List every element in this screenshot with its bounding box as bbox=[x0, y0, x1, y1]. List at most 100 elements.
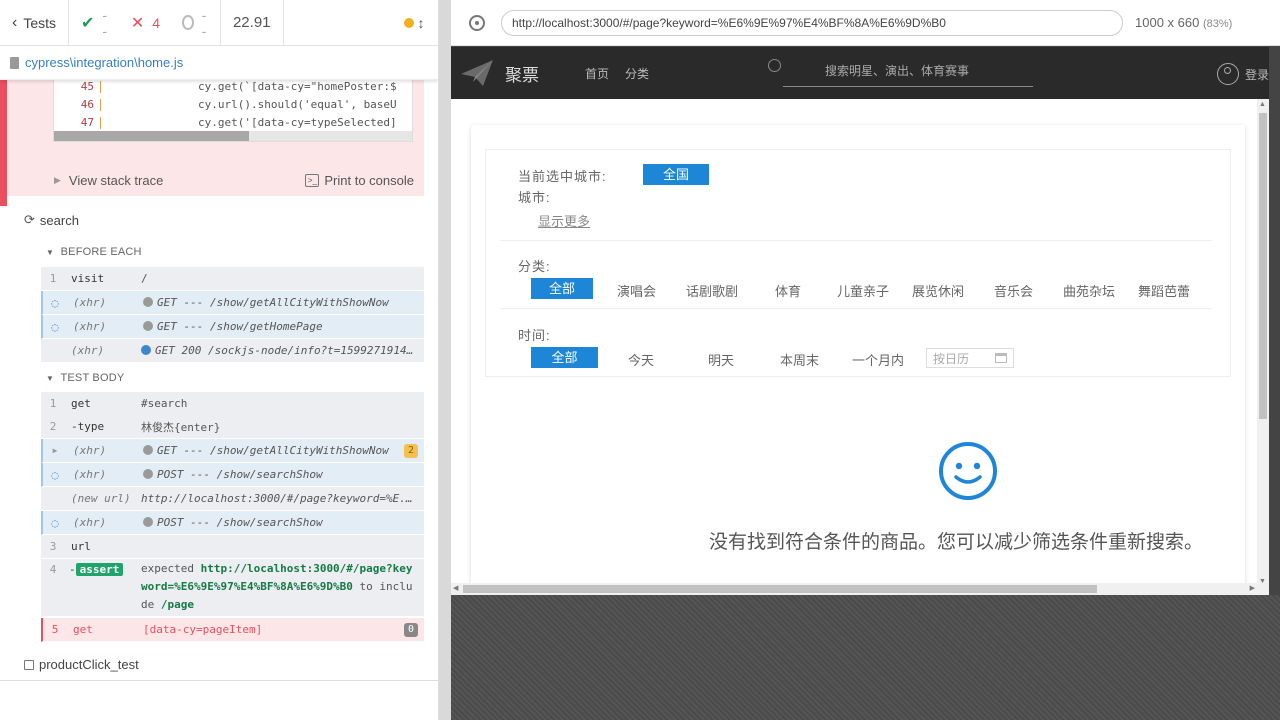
command-message: GET --- /show/getHomePage bbox=[157, 320, 323, 333]
tests-label: Tests bbox=[23, 14, 57, 31]
hook-before-each[interactable]: ▼ BEFORE EACH bbox=[46, 246, 142, 258]
command-row-xhr[interactable]: ◌ (xhr) GET --- /show/getHomePage bbox=[41, 315, 424, 339]
command-message: GET --- /show/getAllCityWithShowNow bbox=[157, 296, 389, 309]
assert-expected: expected bbox=[141, 562, 194, 575]
spinner-icon: ◌ bbox=[51, 515, 59, 530]
command-number: 1 bbox=[49, 272, 57, 285]
command-name: (xhr) bbox=[73, 516, 107, 529]
current-city-label: 当前选中城市: bbox=[518, 169, 607, 184]
code-gutter bbox=[100, 81, 101, 93]
reporter-header: ‹ Tests ✔ -- ✕ 4 -- 22.91 ↕ bbox=[0, 0, 438, 46]
code-line-number: 47 bbox=[80, 116, 94, 129]
suite-search[interactable]: ⟳ search bbox=[24, 212, 79, 228]
command-row-assert[interactable]: 4 - assert expected http://localhost:3000… bbox=[41, 559, 424, 617]
category-folk[interactable]: 曲苑杂坛 bbox=[1063, 281, 1115, 300]
command-row[interactable]: 1 visit / bbox=[41, 267, 424, 291]
command-row-xhr[interactable]: ◌ (xhr) POST --- /show/searchShow bbox=[41, 511, 424, 535]
iframe-horizontal-scrollbar[interactable]: ◀ ▶ bbox=[451, 583, 1269, 595]
paper-plane-icon bbox=[461, 60, 493, 86]
command-message: / bbox=[141, 272, 148, 285]
code-line: cy.get('[data-cy=typeSelected] bbox=[198, 116, 397, 129]
url-display[interactable]: http://localhost:3000/#/page?keyword=%E6… bbox=[501, 9, 1123, 36]
caret-right-icon: ▶ bbox=[54, 174, 61, 185]
error-code-frame: 45 cy.get(`[data-cy="homePoster:$ 46 cy.… bbox=[53, 80, 413, 142]
time-tomorrow[interactable]: 明天 bbox=[708, 350, 734, 369]
command-message: POST --- /show/searchShow bbox=[157, 516, 323, 529]
city-label: 城市: bbox=[518, 190, 551, 205]
date-picker[interactable]: 按日历 bbox=[926, 348, 1014, 368]
panel-resizer[interactable] bbox=[439, 0, 451, 720]
command-name: get bbox=[71, 397, 91, 410]
spinner-icon: ◌ bbox=[51, 295, 59, 310]
pending-icon bbox=[182, 15, 194, 30]
nav-category[interactable]: 分类 bbox=[625, 65, 649, 82]
suite-title: search bbox=[39, 212, 79, 228]
status-dot bbox=[143, 517, 153, 527]
command-name: visit bbox=[71, 272, 105, 285]
print-to-console-button[interactable]: >_ Print to console bbox=[305, 173, 414, 188]
command-row[interactable]: 3 url bbox=[41, 535, 424, 559]
assert-dash: - bbox=[69, 563, 76, 576]
command-row-failed[interactable]: 5 get [data-cy=pageItem] 0 bbox=[41, 618, 424, 642]
app-under-test: http://localhost:3000/#/page?keyword=%E6… bbox=[451, 0, 1280, 720]
category-music[interactable]: 音乐会 bbox=[994, 281, 1033, 300]
command-row-xhr[interactable]: ▶ (xhr) GET --- /show/getAllCityWithShow… bbox=[41, 439, 424, 463]
category-drama[interactable]: 话剧歌剧 bbox=[686, 281, 738, 300]
command-row[interactable]: 1 get #search bbox=[41, 392, 424, 416]
viewport-info[interactable]: 1000 x 660 (83%) bbox=[1135, 15, 1232, 30]
failed-test-indicator bbox=[0, 80, 7, 206]
view-stack-trace-toggle[interactable]: ▶ View stack trace bbox=[54, 173, 163, 188]
code-gutter bbox=[100, 117, 101, 129]
login-button[interactable]: 登录 bbox=[1216, 63, 1269, 85]
selector-playground-icon[interactable] bbox=[469, 14, 485, 31]
time-weekend[interactable]: 本周末 bbox=[780, 350, 819, 369]
time-all[interactable]: 全部 bbox=[531, 347, 598, 368]
hook-test-body[interactable]: ▼ TEST BODY bbox=[46, 372, 124, 384]
failed-count: 4 bbox=[152, 14, 161, 31]
command-number: 1 bbox=[49, 397, 57, 410]
assert-path: /page bbox=[160, 598, 194, 611]
nav-home[interactable]: 首页 bbox=[585, 65, 609, 82]
error-footer: ▶ View stack trace >_ Print to console bbox=[42, 164, 424, 196]
test-productClick[interactable]: productClick_test bbox=[24, 657, 139, 672]
site-logo[interactable]: 聚票 bbox=[459, 58, 539, 88]
category-exhibition[interactable]: 展览休闲 bbox=[912, 281, 964, 300]
category-dance[interactable]: 舞蹈芭蕾 bbox=[1138, 281, 1190, 300]
filter-card: 当前选中城市: 全国 城市: 显示更多 分类: 全部 演唱会 话剧歌剧 体育 儿… bbox=[471, 125, 1245, 595]
category-kids[interactable]: 儿童亲子 bbox=[837, 281, 889, 300]
auto-scroll-icon[interactable]: ↕ bbox=[403, 15, 425, 31]
command-name: -type bbox=[71, 420, 105, 433]
command-row-new-url[interactable]: (new url) http://localhost:3000/#/page?k… bbox=[41, 487, 424, 511]
spec-file-bar[interactable]: cypress\integration\home.js bbox=[0, 46, 438, 80]
caret-down-icon: ▼ bbox=[46, 374, 55, 383]
time-month[interactable]: 一个月内 bbox=[852, 350, 904, 369]
time-today[interactable]: 今天 bbox=[628, 350, 654, 369]
test-title: productClick_test bbox=[39, 657, 139, 672]
category-concert[interactable]: 演唱会 bbox=[617, 281, 656, 300]
command-row-xhr[interactable]: ◌ (xhr) POST --- /show/searchShow bbox=[41, 463, 424, 487]
x-icon: ✕ bbox=[130, 14, 145, 32]
command-row-xhr[interactable]: (xhr) GET 200 /sockjs-node/info?t=159927… bbox=[41, 339, 424, 363]
check-icon: ✔ bbox=[81, 14, 95, 32]
category-all[interactable]: 全部 bbox=[531, 278, 593, 299]
status-dot bbox=[143, 445, 153, 455]
command-row-xhr[interactable]: ◌ (xhr) GET --- /show/getAllCityWithShow… bbox=[41, 291, 424, 315]
caret-right-icon: ▶ bbox=[52, 446, 58, 455]
tests-button[interactable]: ‹ Tests bbox=[0, 0, 70, 45]
count-badge: 2 bbox=[404, 443, 418, 458]
command-number: 4 bbox=[49, 563, 57, 576]
site-search-input[interactable]: 搜索明星、演出、体育赛事 bbox=[768, 55, 1033, 87]
show-more-link[interactable]: 显示更多 bbox=[538, 211, 590, 230]
refresh-icon: ⟳ bbox=[24, 212, 35, 227]
passed-count: -- bbox=[102, 6, 108, 39]
spinner-icon: ◌ bbox=[51, 319, 59, 334]
controls: ↕ bbox=[284, 0, 438, 45]
calendar-icon bbox=[995, 353, 1007, 363]
category-sports[interactable]: 体育 bbox=[775, 281, 801, 300]
viewport-scale: (83%) bbox=[1202, 18, 1233, 30]
command-row[interactable]: 2 -type 林俊杰{enter} bbox=[41, 415, 424, 439]
code-scrollbar[interactable] bbox=[54, 131, 412, 141]
iframe-vertical-scrollbar[interactable]: ▲ ▼ bbox=[1257, 99, 1269, 587]
code-line-number: 46 bbox=[80, 98, 94, 111]
current-city-chip[interactable]: 全国 bbox=[643, 164, 709, 185]
